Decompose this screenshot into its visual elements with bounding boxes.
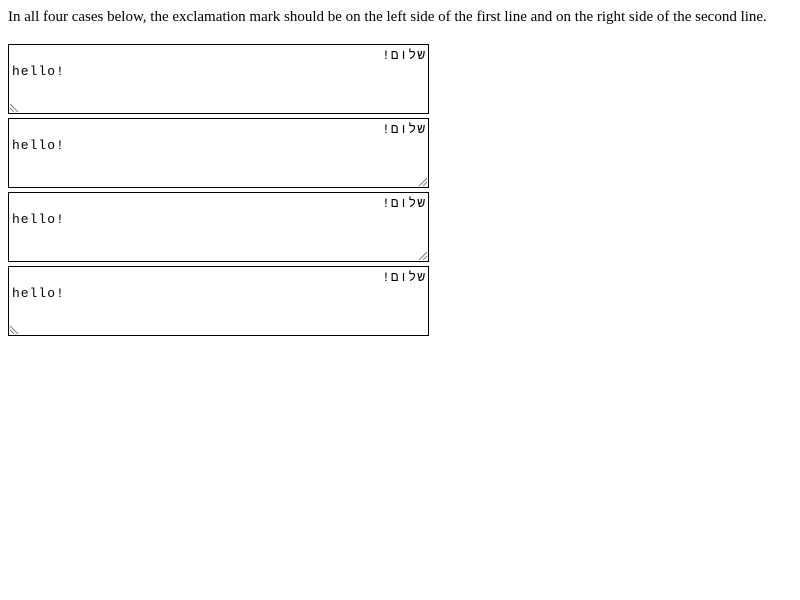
- textarea-line-english: hello!: [12, 212, 65, 227]
- textarea-4[interactable]: שלום! hello!: [8, 266, 429, 336]
- resize-grip-right-icon[interactable]: [418, 251, 427, 260]
- textarea-line-english: hello!: [12, 64, 65, 79]
- textarea-line-english: hello!: [12, 138, 65, 153]
- textarea-3[interactable]: שלום! hello!: [8, 192, 429, 262]
- instructions-text: In all four cases below, the exclamation…: [8, 9, 767, 25]
- textarea-line-hebrew: שלום!: [381, 196, 426, 211]
- textarea-line-hebrew: שלום!: [381, 122, 426, 137]
- textarea-1[interactable]: שלום! hello!: [8, 44, 429, 114]
- resize-grip-left-icon[interactable]: [10, 325, 19, 334]
- resize-grip-left-icon[interactable]: [10, 103, 19, 112]
- textarea-2[interactable]: שלום! hello!: [8, 118, 429, 188]
- textarea-line-english: hello!: [12, 286, 65, 301]
- resize-grip-right-icon[interactable]: [418, 177, 427, 186]
- textarea-line-hebrew: שלום!: [381, 270, 426, 285]
- textarea-line-hebrew: שלום!: [381, 48, 426, 63]
